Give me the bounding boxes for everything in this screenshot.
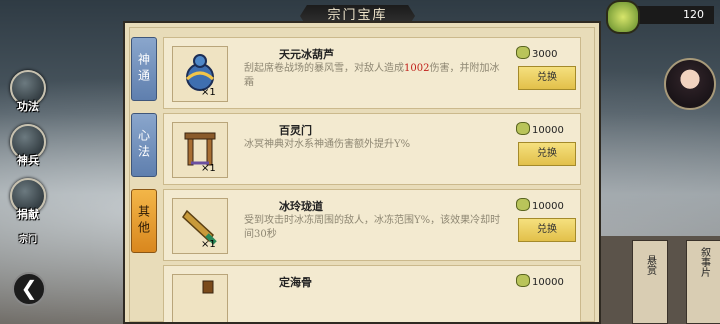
bottom-card-story[interactable]: 叙事片 xyxy=(686,240,720,324)
item-price: 10000 xyxy=(516,274,564,288)
item-count: ×1 xyxy=(201,163,216,174)
item-name: 天元冰葫芦 xyxy=(279,48,334,61)
item-price: 10000 xyxy=(516,198,564,212)
jade-sword-icon xyxy=(182,209,217,245)
npc-avatar[interactable] xyxy=(664,58,716,110)
currency-gourd-icon xyxy=(606,0,640,34)
item-price: 10000 xyxy=(516,122,564,136)
item-description: 刮起席卷战场的暴风雪，对敌人造成1002伤害，并附加冰霜 xyxy=(244,63,500,88)
nav-label: 神兵 xyxy=(17,154,39,167)
list-item: 定海骨 10000 xyxy=(163,265,581,322)
item-name: 定海骨 xyxy=(279,276,312,289)
tab-xinfa[interactable]: 心法 xyxy=(131,113,157,177)
nav-gongfa-button[interactable]: 功法 xyxy=(8,70,48,114)
item-icon[interactable]: ×1 xyxy=(172,46,228,102)
gourd-coin-icon xyxy=(516,46,530,59)
exchange-button[interactable]: 兑换 xyxy=(518,142,576,166)
item-icon[interactable] xyxy=(172,274,228,322)
list-item: ×1 百灵门 冰冥神典对水系神通伤害额外提升Y% 10000 兑换 xyxy=(163,113,581,185)
gourd-coin-icon xyxy=(516,198,530,211)
sea-bone-icon xyxy=(202,280,214,294)
item-price: 3000 xyxy=(516,46,557,60)
list-item: ×1 天元冰葫芦 刮起席卷战场的暴风雪，对敌人造成1002伤害，并附加冰霜 30… xyxy=(163,37,581,109)
tab-other[interactable]: 其他 xyxy=(131,189,157,253)
item-icon[interactable]: ×1 xyxy=(172,122,228,178)
nav-shenbing-button[interactable]: 神兵 xyxy=(8,124,48,168)
item-count: ×1 xyxy=(201,87,216,98)
exchange-button[interactable]: 兑换 xyxy=(518,218,576,242)
item-description: 受到攻击时冰冻周围的敌人，冰冻范围Y%，该效果冷却时间30秒 xyxy=(244,215,501,240)
nav-label: 功法 xyxy=(17,100,39,113)
back-button[interactable]: ❮ xyxy=(12,272,46,306)
item-count: ×1 xyxy=(201,239,216,250)
bottom-card-bounty[interactable]: 悬赏 xyxy=(632,240,668,324)
item-name: 百灵门 xyxy=(279,124,312,137)
exchange-button[interactable]: 兑换 xyxy=(518,66,576,90)
nav-sect-button[interactable]: 宗门 xyxy=(8,232,48,245)
nav-label: 宗门 xyxy=(18,235,37,245)
ice-gourd-icon xyxy=(185,54,215,91)
nav-label: 捐献 xyxy=(17,208,39,221)
gourd-coin-icon xyxy=(516,274,530,287)
tab-shentong[interactable]: 神通 xyxy=(131,37,157,101)
gourd-coin-icon xyxy=(516,122,530,135)
treasury-panel: 神通 心法 其他 ×1 天元冰葫芦 刮起席卷战场的暴风雪，对敌人造成1002伤害… xyxy=(123,21,601,324)
nav-donate-button[interactable]: 捐献 xyxy=(8,178,48,222)
item-description: 冰冥神典对水系神通伤害额外提升Y% xyxy=(244,139,411,150)
list-item: ×1 冰玲珑道 受到攻击时冰冻周围的敌人，冰冻范围Y%，该效果冷却时间30秒 1… xyxy=(163,189,581,261)
back-arrow-icon: ❮ xyxy=(20,276,38,300)
item-name: 冰玲珑道 xyxy=(279,200,323,213)
spirit-gate-icon xyxy=(184,132,216,166)
item-icon[interactable]: ×1 xyxy=(172,198,228,254)
